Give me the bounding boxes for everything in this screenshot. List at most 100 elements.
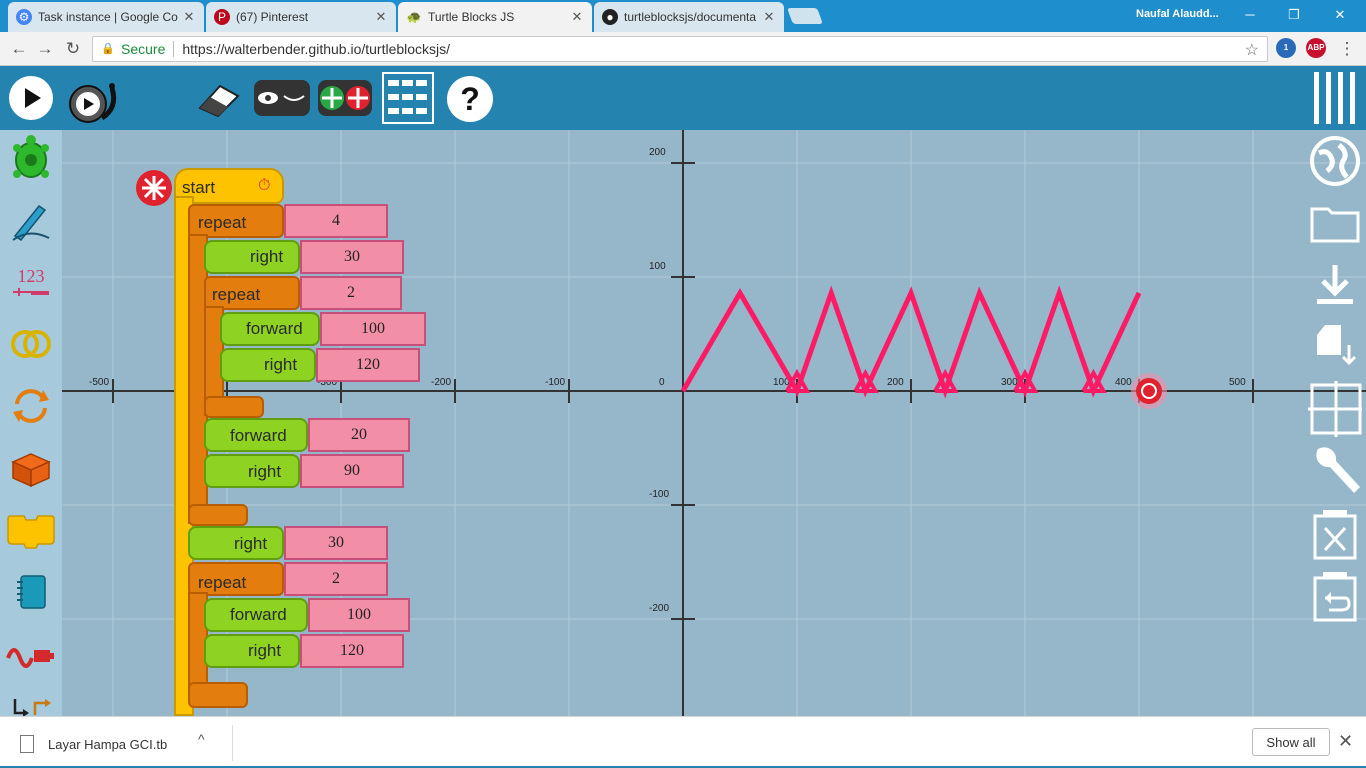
close-icon[interactable]: ✕ xyxy=(570,9,584,25)
pen-icon[interactable] xyxy=(6,196,56,244)
turtle-icon[interactable] xyxy=(6,134,56,182)
github-icon: ● xyxy=(602,9,618,25)
x-tick-label: 400 xyxy=(1115,377,1132,388)
x-tick-label: -200 xyxy=(431,377,451,388)
address-input[interactable]: 🔒 Secure https://walterbender.github.io/… xyxy=(92,36,1268,62)
distance-field[interactable]: 100 xyxy=(308,598,410,632)
new-tab-button[interactable] xyxy=(787,8,823,24)
tab-label: (67) Pinterest xyxy=(236,10,309,24)
turtle-icon xyxy=(1131,373,1167,409)
window-close-icon[interactable]: ✕ xyxy=(1320,4,1360,26)
play-icon[interactable] xyxy=(8,75,54,121)
tab-label: Task instance | Google Co xyxy=(38,10,178,24)
eraser-icon[interactable] xyxy=(194,80,244,120)
profile-name[interactable]: Naufal Alaudd... xyxy=(1136,8,1219,20)
action-icon[interactable] xyxy=(6,506,56,554)
close-icon[interactable]: ✕ xyxy=(374,9,388,25)
y-tick-label: -100 xyxy=(649,489,669,500)
open-folder-icon[interactable] xyxy=(1308,196,1362,250)
slow-run-icon[interactable] xyxy=(66,78,122,126)
profile-extension-icon[interactable]: 1 xyxy=(1276,38,1296,58)
angle-field[interactable]: 120 xyxy=(316,348,420,382)
angle-field[interactable]: 30 xyxy=(284,526,388,560)
collapse-blocks-icon[interactable] xyxy=(316,74,374,122)
timer-icon: ⏱ xyxy=(258,177,271,194)
x-tick-label: -100 xyxy=(545,377,565,388)
repeat-block-foot xyxy=(188,504,248,526)
secure-label: Secure xyxy=(121,41,166,57)
tab-label: Turtle Blocks JS xyxy=(428,10,515,24)
more-menu-icon[interactable]: ⋮ xyxy=(1336,38,1358,60)
flow-icon[interactable] xyxy=(6,382,56,430)
restore-trash-icon[interactable] xyxy=(1308,570,1362,624)
download-bar: Layar Hampa GCI.tb ^ Show all ✕ xyxy=(0,716,1366,768)
box-icon[interactable] xyxy=(6,444,56,492)
close-icon[interactable]: ✕ xyxy=(762,9,776,25)
url-text: https://walterbender.github.io/turtleblo… xyxy=(182,41,451,57)
show-all-button[interactable]: Show all xyxy=(1252,728,1330,756)
save-icon[interactable] xyxy=(1308,258,1362,312)
grid-icon[interactable] xyxy=(382,72,434,124)
repeat-count-field[interactable]: 4 xyxy=(284,204,388,238)
forward-label: forward xyxy=(246,319,303,338)
turtle-icon: 🐢 xyxy=(406,10,422,24)
media-icon[interactable] xyxy=(6,568,56,616)
bookmark-star-icon[interactable]: ☆ xyxy=(1245,40,1259,60)
distance-field[interactable]: 100 xyxy=(320,312,426,346)
number-icon[interactable]: 123 xyxy=(6,258,56,306)
repeat-label: repeat xyxy=(198,213,247,232)
right-label: right xyxy=(264,355,298,374)
tab-turtle-blocks[interactable]: 🐢 Turtle Blocks JS ✕ xyxy=(398,2,592,32)
collapse-icon[interactable] xyxy=(136,170,172,206)
minimize-icon[interactable]: ─ xyxy=(1230,4,1270,26)
tab-label: turtleblocksjs/documenta xyxy=(624,10,757,24)
svg-text:?: ? xyxy=(460,81,480,117)
close-icon[interactable]: ✕ xyxy=(182,9,196,25)
forward-icon[interactable]: → xyxy=(34,38,56,60)
divider xyxy=(173,41,175,57)
download-filename[interactable]: Layar Hampa GCI.tb xyxy=(48,737,167,752)
x-tick-label: 500 xyxy=(1229,377,1246,388)
turtle-canvas[interactable]: -500-400-300-200-10001002003004005002001… xyxy=(62,130,1366,716)
clear-icon[interactable] xyxy=(1308,508,1362,562)
right-toolbar xyxy=(1300,130,1366,716)
sensors-icon[interactable] xyxy=(6,630,56,678)
save-as-icon[interactable] xyxy=(1308,318,1362,372)
angle-field[interactable]: 90 xyxy=(300,454,404,488)
reload-icon[interactable]: ↻ xyxy=(62,38,84,60)
address-toolbar: ← → ↻ 🔒 Secure https://walterbender.gith… xyxy=(0,32,1366,66)
repeat-count-field[interactable]: 2 xyxy=(284,562,388,596)
divider xyxy=(232,725,233,761)
tab-github[interactable]: ● turtleblocksjs/documenta ✕ xyxy=(594,2,784,32)
forward-label: forward xyxy=(230,605,287,624)
close-icon[interactable]: ✕ xyxy=(1338,731,1353,752)
restore-icon[interactable]: ❐ xyxy=(1274,4,1314,26)
x-tick-label: -500 xyxy=(89,377,109,388)
extension-badge: 1 xyxy=(1283,43,1289,52)
hide-blocks-icon[interactable] xyxy=(252,74,312,122)
distance-field[interactable]: 20 xyxy=(308,418,410,452)
globe-icon[interactable] xyxy=(1308,134,1362,188)
repeat-label: repeat xyxy=(198,573,247,592)
help-icon[interactable]: ? xyxy=(446,75,494,123)
x-tick-label: 200 xyxy=(887,377,904,388)
block-palette: 123 ⌄ xyxy=(0,130,86,717)
repeat-count-field[interactable]: 2 xyxy=(300,276,402,310)
back-icon[interactable]: ← xyxy=(8,38,30,60)
lock-icon: 🔒 xyxy=(101,43,115,55)
adblock-icon[interactable]: ABP xyxy=(1306,38,1326,58)
tab-task-instance[interactable]: ⚙ Task instance | Google Co ✕ xyxy=(8,2,204,32)
tab-pinterest[interactable]: P (67) Pinterest ✕ xyxy=(206,2,396,32)
grid-coordinates-icon[interactable] xyxy=(1308,381,1362,437)
chevron-up-icon[interactable]: ^ xyxy=(198,731,205,747)
y-tick-label: 100 xyxy=(649,261,666,272)
angle-field[interactable]: 30 xyxy=(300,240,404,274)
menu-icon[interactable] xyxy=(1312,70,1358,126)
boolean-icon[interactable] xyxy=(6,320,56,368)
file-icon xyxy=(20,735,34,753)
browser-tab-strip: ⚙ Task instance | Google Co ✕ P (67) Pin… xyxy=(0,0,1366,32)
angle-field[interactable]: 120 xyxy=(300,634,404,668)
settings-icon[interactable] xyxy=(1308,444,1362,498)
forward-label: forward xyxy=(230,426,287,445)
x-tick-label: 0 xyxy=(659,377,665,388)
